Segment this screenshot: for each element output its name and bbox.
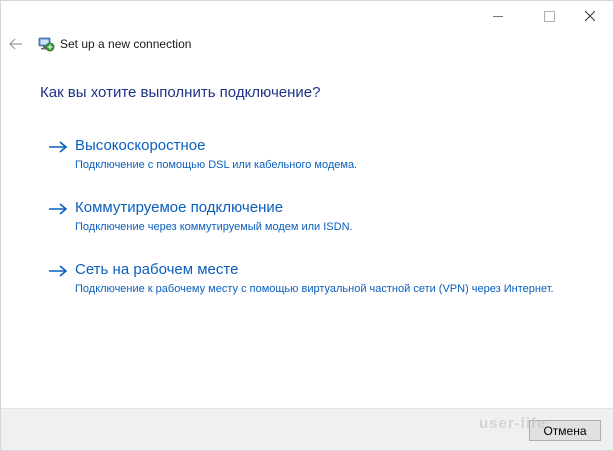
footer-bar: Отмена bbox=[1, 408, 613, 450]
option-description: Подключение с помощью DSL или кабельного… bbox=[75, 159, 358, 171]
window-title: Set up a new connection bbox=[60, 37, 192, 51]
option-description: Подключение через коммутируемый модем ил… bbox=[75, 221, 353, 233]
title-bar bbox=[1, 1, 613, 31]
navigation-bar: Set up a new connection bbox=[1, 31, 613, 57]
close-icon bbox=[585, 11, 595, 21]
close-button[interactable] bbox=[567, 1, 613, 31]
back-arrow-icon bbox=[9, 38, 22, 50]
back-button[interactable] bbox=[5, 33, 27, 55]
option-title: Коммутируемое подключение bbox=[75, 199, 284, 216]
minimize-icon bbox=[493, 15, 503, 17]
maximize-button[interactable] bbox=[526, 1, 572, 31]
right-arrow-icon bbox=[49, 265, 68, 277]
option-title: Высокоскоростное bbox=[75, 137, 206, 154]
option-workplace[interactable]: Сеть на рабочем месте Подключение к рабо… bbox=[48, 261, 568, 317]
option-high-speed[interactable]: Высокоскоростное Подключение с помощью D… bbox=[48, 137, 568, 177]
wizard-window: Set up a new connection Как вы хотите вы… bbox=[0, 0, 614, 451]
minimize-button[interactable] bbox=[475, 1, 521, 31]
cancel-button[interactable]: Отмена bbox=[529, 420, 601, 441]
option-dial-up[interactable]: Коммутируемое подключение Подключение че… bbox=[48, 199, 568, 239]
network-connection-icon bbox=[38, 37, 55, 52]
option-title: Сеть на рабочем месте bbox=[75, 261, 239, 278]
right-arrow-icon bbox=[49, 141, 68, 153]
maximize-icon bbox=[543, 10, 555, 22]
right-arrow-icon bbox=[49, 203, 68, 215]
page-heading: Как вы хотите выполнить подключение? bbox=[40, 84, 321, 101]
option-description: Подключение к рабочему месту с помощью в… bbox=[75, 283, 554, 295]
